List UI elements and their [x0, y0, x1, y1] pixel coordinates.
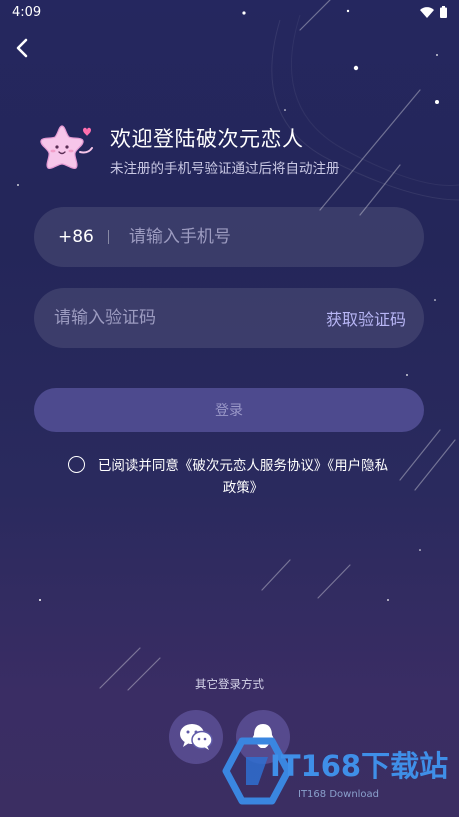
page-title: 欢迎登陆破次元恋人 [110, 127, 304, 151]
star-mascot-icon [40, 125, 93, 169]
agreement-checkbox[interactable] [68, 456, 85, 473]
watermark-logo: IT168下载站 IT168 Download [222, 735, 452, 807]
country-code[interactable]: +86 [58, 227, 94, 247]
page-subtitle: 未注册的手机号验证通过后将自动注册 [110, 161, 340, 177]
agreement-prefix: 已阅读并同意 [97, 458, 179, 474]
get-code-button[interactable]: 获取验证码 [326, 306, 406, 330]
agreement-text: 已阅读并同意《破次元恋人服务协议》《用户隐私政策》 [93, 455, 393, 499]
phone-field: +86 [34, 207, 424, 267]
login-button[interactable]: 登录 [34, 388, 424, 432]
watermark-brand: IT168下载站 [270, 749, 449, 783]
field-divider [107, 230, 109, 244]
wifi-icon [420, 6, 434, 18]
agreement-row: 已阅读并同意《破次元恋人服务协议》《用户隐私政策》 [68, 455, 398, 499]
status-icons [420, 6, 447, 18]
other-login-title: 其它登录方式 [195, 677, 264, 691]
status-bar: 4:09 [0, 0, 459, 24]
wechat-icon [180, 724, 213, 750]
phone-input[interactable] [126, 226, 424, 248]
wechat-login-button[interactable] [169, 710, 223, 764]
chevron-left-icon [16, 38, 28, 58]
status-time: 4:09 [12, 4, 42, 20]
battery-icon [440, 6, 447, 18]
service-agreement-link[interactable]: 《破次元恋人服务协议》 [179, 458, 328, 474]
watermark-sub: IT168 Download [298, 789, 380, 800]
verification-code-field: 获取验证码 [34, 288, 424, 348]
back-button[interactable] [8, 34, 36, 62]
verification-code-input[interactable] [52, 307, 326, 329]
